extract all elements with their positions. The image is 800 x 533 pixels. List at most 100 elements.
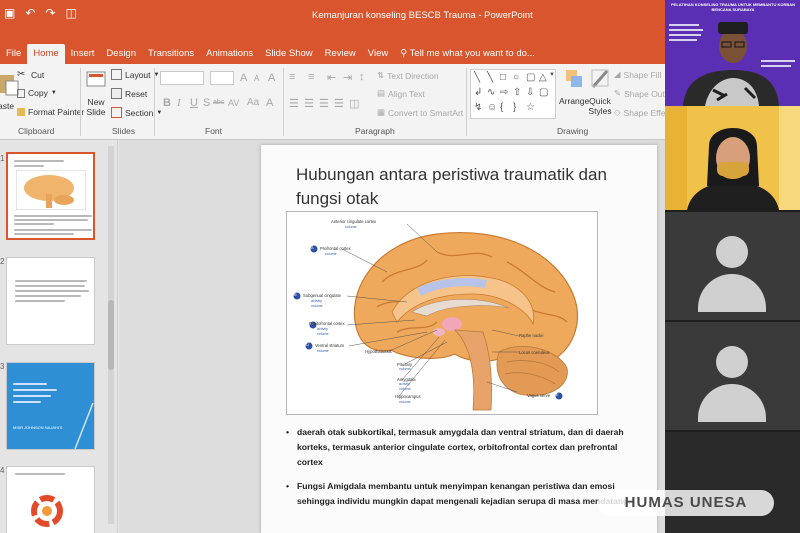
copy-label: Copy [28, 88, 48, 98]
columns-button[interactable]: ◫ [349, 97, 359, 110]
tab-insert[interactable]: Insert [65, 48, 101, 64]
label-volume: volume [317, 332, 329, 336]
slide-title[interactable]: Hubungan antara peristiwa traumatik dan … [296, 163, 616, 211]
chevron-down-icon: ▼ [50, 90, 57, 96]
slide-thumbnail-3[interactable]: MSIR JOHNSON NAJAHI'S [6, 362, 95, 450]
line-spacing-button[interactable]: ↕ [359, 71, 365, 83]
justify-button[interactable]: ☰ [334, 97, 344, 110]
arrow-shape-icon[interactable]: ↲ [474, 88, 482, 98]
shape-effects-label: Shape Effe [623, 107, 665, 118]
oval-shape-icon[interactable]: ○ [513, 73, 519, 83]
up-arrow-shape-icon[interactable]: ⇧ [513, 88, 521, 98]
triangle-shape-icon[interactable]: △ [539, 73, 547, 83]
slide-thumbnail-1[interactable] [6, 152, 95, 240]
character-spacing-button[interactable]: AV [228, 98, 239, 108]
align-text-button[interactable]: ▤ Align Text [377, 88, 425, 99]
tab-view[interactable]: View [362, 48, 394, 64]
star-shape-icon[interactable]: ☆ [526, 103, 535, 113]
lightning-shape-icon[interactable]: ↯ [474, 103, 482, 113]
start-from-beginning-icon[interactable]: ◫ [65, 6, 76, 20]
text-direction-button[interactable]: ⇅ Text Direction [377, 70, 439, 81]
callout-shape-icon[interactable]: ▢ [539, 88, 548, 98]
underline-button[interactable]: U [190, 97, 198, 109]
save-icon[interactable]: ▣ [4, 6, 15, 20]
slide[interactable]: Hubungan antara peristiwa traumatik dan … [261, 145, 657, 533]
quick-styles-button[interactable]: Quick Styles [588, 67, 612, 116]
marker-b: B [294, 292, 297, 297]
shape-fill-button[interactable]: ◢ Shape Fill [614, 69, 661, 80]
participant-video-tile[interactable] [665, 106, 800, 210]
tab-transitions[interactable]: Transitions [142, 48, 200, 64]
down-arrow-shape-icon[interactable]: ⇩ [526, 88, 534, 98]
redo-icon[interactable]: ↷ [45, 6, 55, 20]
tell-me-search[interactable]: ⚲ Tell me what you want to do... [394, 48, 539, 64]
increase-indent-button[interactable]: ⇥ [343, 71, 352, 84]
ribbon-tabs: File Home Insert Design Transitions Anim… [0, 42, 665, 64]
align-center-button[interactable]: ☰ [304, 97, 314, 110]
decrease-indent-button[interactable]: ⇤ [327, 71, 336, 84]
numbering-button[interactable]: ≡ [308, 71, 314, 83]
align-left-button[interactable]: ☰ [289, 97, 299, 110]
cut-button[interactable]: ✂ Cut [17, 69, 44, 80]
line-shape-icon[interactable]: ╲ [474, 73, 480, 83]
smile-shape-icon[interactable]: ☺ [487, 103, 497, 113]
shrink-font-button[interactable]: A [254, 74, 259, 83]
rounded-rectangle-shape-icon[interactable]: ▢ [526, 73, 535, 83]
participant-avatar-tile[interactable] [665, 212, 800, 320]
gallery-more-icon[interactable]: ▼ [549, 72, 555, 78]
layout-button[interactable]: Layout ▼ [111, 69, 159, 80]
copy-button[interactable]: Copy ▼ [17, 88, 57, 98]
clipboard-group-label: Clipboard [18, 126, 55, 136]
font-size-dropdown[interactable] [210, 71, 234, 85]
shapes-gallery[interactable]: ╲ ╲ □ ○ ▢ △ ↲ ∿ ⇨ ⇧ ⇩ ▢ ↯ ☺ { } ☆ ▼ [470, 69, 556, 119]
right-arrow-shape-icon[interactable]: ⇨ [500, 88, 508, 98]
tab-design[interactable]: Design [100, 48, 142, 64]
font-color-button[interactable]: A [266, 97, 273, 109]
tab-animations[interactable]: Animations [200, 48, 259, 64]
brace-shape-icon[interactable]: { [500, 103, 503, 113]
brace-shape-icon[interactable]: } [513, 103, 516, 113]
line-shape-icon[interactable]: ╲ [487, 73, 493, 83]
convert-smartart-button[interactable]: ▦ Convert to SmartArt [377, 107, 463, 118]
speaker-video-tile[interactable]: PELATIHAN KONSELING TRAUMA UNTUK MEMBANT… [665, 0, 800, 106]
font-name-dropdown[interactable] [160, 71, 204, 85]
bullet-point[interactable]: daerah otak subkortikal, termasuk amygda… [286, 425, 636, 470]
new-slide-button[interactable]: New Slide [84, 68, 108, 117]
label-volume: volume [311, 304, 323, 308]
slide-thumbnail-2[interactable] [6, 257, 95, 345]
change-case-button[interactable]: Aa [247, 97, 259, 108]
bold-button[interactable]: B [163, 97, 171, 109]
participant-avatar-tile[interactable] [665, 322, 800, 430]
bullets-button[interactable]: ≡ [289, 71, 295, 83]
grow-font-button[interactable]: A [240, 72, 247, 84]
italic-button[interactable]: I [177, 97, 181, 109]
undo-icon[interactable]: ↶ [25, 6, 35, 20]
reset-button[interactable]: Reset [111, 88, 147, 99]
arrange-button[interactable]: Arrange [559, 67, 589, 106]
clear-formatting-button[interactable]: A [268, 72, 275, 84]
tab-file[interactable]: File [0, 48, 27, 64]
drawing-group-label: Drawing [557, 126, 589, 136]
format-painter-button[interactable]: Format Painter [17, 107, 84, 117]
bullet-point[interactable]: Fungsi Amigdala membantu untuk menyimpan… [286, 479, 636, 509]
rectangle-shape-icon[interactable]: □ [500, 73, 506, 83]
thumbnail-text-line [14, 165, 44, 167]
speaker-video [665, 14, 800, 106]
tab-review[interactable]: Review [319, 48, 362, 64]
tab-slide-show[interactable]: Slide Show [259, 48, 319, 64]
label-activity: activity [311, 299, 322, 303]
quick-styles-label: Quick Styles [588, 96, 612, 116]
shape-effects-button[interactable]: ◇ Shape Effe [614, 107, 665, 118]
thumbnail-scrollbar-thumb[interactable] [108, 300, 114, 370]
strikethrough-button[interactable]: abc [213, 99, 224, 106]
thumbnail-decoration [74, 403, 94, 449]
align-right-button[interactable]: ☰ [319, 97, 329, 110]
shape-outline-button[interactable]: ✎ Shape Outl [614, 88, 665, 99]
curve-shape-icon[interactable]: ∿ [487, 88, 495, 98]
tab-home[interactable]: Home [27, 44, 65, 64]
slide-thumbnail-4[interactable] [6, 466, 95, 533]
brain-illustration [293, 223, 578, 411]
shadow-button[interactable]: S [203, 97, 210, 109]
reset-icon [111, 88, 122, 99]
thumbnail-text-line [14, 233, 74, 235]
